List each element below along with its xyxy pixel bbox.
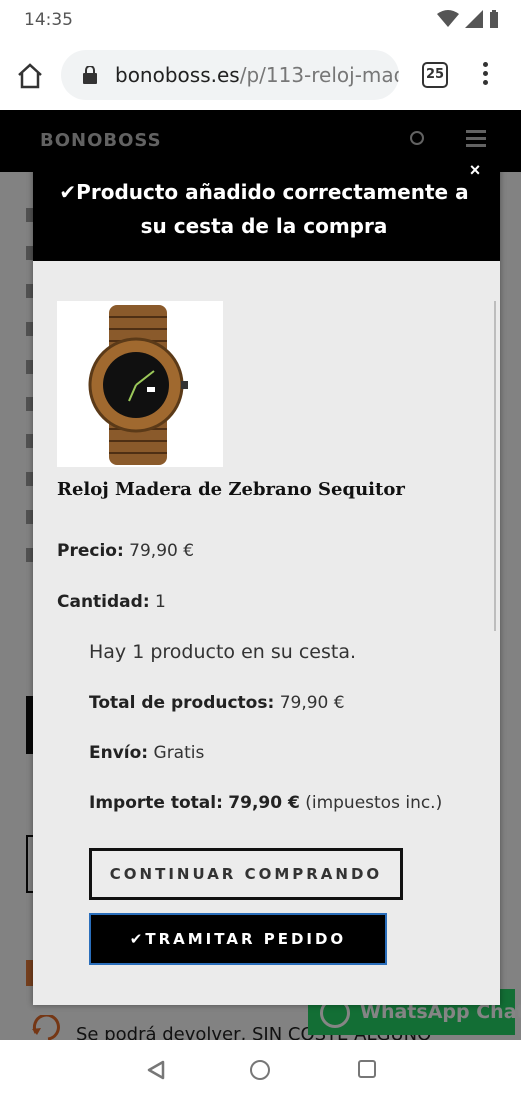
price-label: Precio: [57,541,124,561]
shipping-value: Gratis [153,743,205,763]
shipping-row: Envío: Gratis [89,743,204,763]
total-products-value: 79,90 € [279,693,345,713]
quantity-label: Cantidad: [57,592,150,612]
nav-back-icon[interactable] [146,1060,166,1080]
url-host: bonoboss.es [115,63,240,87]
cart-count-text: Hay 1 producto en su cesta. [89,641,357,663]
total-label: Importe total: [89,793,223,813]
total-products-row: Total de productos: 79,90 € [89,693,345,713]
shipping-label: Envío: [89,743,149,763]
price-value: 79,90 € [129,541,195,561]
modal-title: ✔Producto añadido correctamente a su ces… [59,180,469,238]
cart-confirmation-modal: ✔Producto añadido correctamente a su ces… [33,161,500,1005]
address-bar[interactable]: bonoboss.es/p/113-reloj-mad [61,50,399,100]
browser-toolbar: bonoboss.es/p/113-reloj-mad 25 [0,40,521,110]
quantity-value: 1 [155,592,166,612]
more-menu-icon[interactable] [478,62,492,90]
quantity-row: Cantidad: 1 [57,592,166,612]
battery-icon [490,10,498,28]
modal-header: ✔Producto añadido correctamente a su ces… [33,161,500,261]
tab-count: 25 [425,67,445,82]
watch-image [88,305,188,465]
nav-recent-icon[interactable] [358,1060,376,1078]
total-row: Importe total: 79,90 € (impuestos inc.) [89,793,442,813]
lock-icon [83,66,97,84]
status-bar: 14:35 [0,0,521,40]
signal-icon [465,10,483,28]
total-value: 79,90 € [228,793,300,813]
url-path: /p/113-reloj-mad [239,63,399,87]
home-icon[interactable] [16,62,44,90]
system-icons [437,10,499,28]
tabs-icon[interactable]: 25 [422,62,448,88]
modal-scrollbar[interactable] [494,301,496,631]
wifi-icon [437,10,459,27]
product-image [57,301,223,467]
product-name: Reloj Madera de Zebrano Sequitor [57,479,405,500]
close-icon[interactable]: × [468,161,482,179]
continue-shopping-button[interactable]: CONTINUAR COMPRANDO [89,848,403,900]
url-text[interactable]: bonoboss.es/p/113-reloj-mad [115,63,399,87]
nav-home-icon[interactable] [250,1060,270,1080]
tax-note: (impuestos inc.) [305,793,443,813]
system-nav-bar [0,1040,521,1100]
status-time: 14:35 [24,10,73,30]
price-row: Precio: 79,90 € [57,541,194,561]
checkout-button[interactable]: ✔TRAMITAR PEDIDO [89,913,387,965]
total-products-label: Total de productos: [89,693,275,713]
